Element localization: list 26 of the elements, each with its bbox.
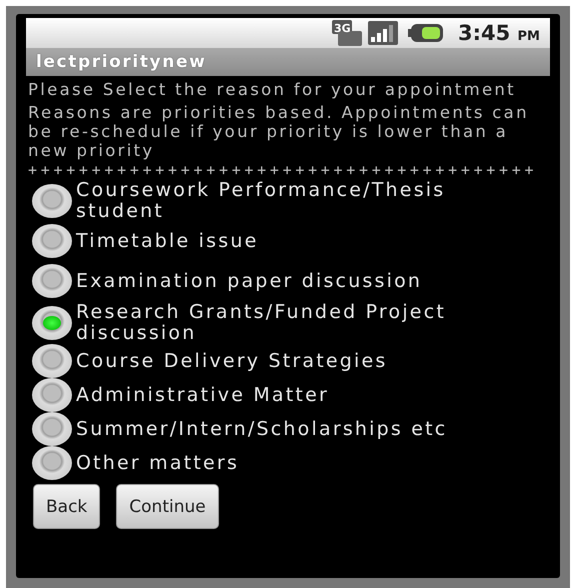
network-type: 3G <box>334 22 351 35</box>
option-label[interactable]: Other matters <box>76 452 240 474</box>
continue-button[interactable]: Continue <box>116 484 219 529</box>
radio-button[interactable] <box>32 264 72 298</box>
option-label[interactable]: Summer/Intern/Scholarships etc <box>76 418 448 440</box>
back-button[interactable]: Back <box>33 484 100 529</box>
instruction-text: Please Select the reason for your appointment <box>28 80 517 99</box>
option-label[interactable]: Course Delivery Strategies <box>76 350 388 372</box>
separator-line: ++++++++++++++++++++++++++++++++++++++++ <box>28 162 538 178</box>
clock-time: 3:45 PM <box>458 21 540 45</box>
option-label[interactable]: Coursework Performance/Thesis student <box>76 180 471 222</box>
instruction-text: Reasons are priorities based. Appointments can be re-schedule if your priority is lower than a new priority <box>28 103 530 160</box>
battery-icon <box>408 23 444 43</box>
radio-button[interactable] <box>32 344 72 378</box>
radio-button[interactable] <box>32 184 72 218</box>
option-label[interactable]: Examination paper discussion <box>76 270 422 292</box>
option-label[interactable]: Research Grants/Funded Project discussion <box>76 302 471 344</box>
option-label[interactable]: Timetable issue <box>76 230 258 252</box>
option-label[interactable]: Administrative Matter <box>76 384 329 406</box>
radio-button[interactable] <box>32 446 72 480</box>
signal-icon <box>368 21 398 45</box>
radio-button[interactable] <box>32 378 72 412</box>
window-title: lectprioritynew <box>36 52 206 72</box>
radio-button[interactable] <box>32 306 72 340</box>
radio-button[interactable] <box>32 224 72 258</box>
radio-button[interactable] <box>32 412 72 446</box>
